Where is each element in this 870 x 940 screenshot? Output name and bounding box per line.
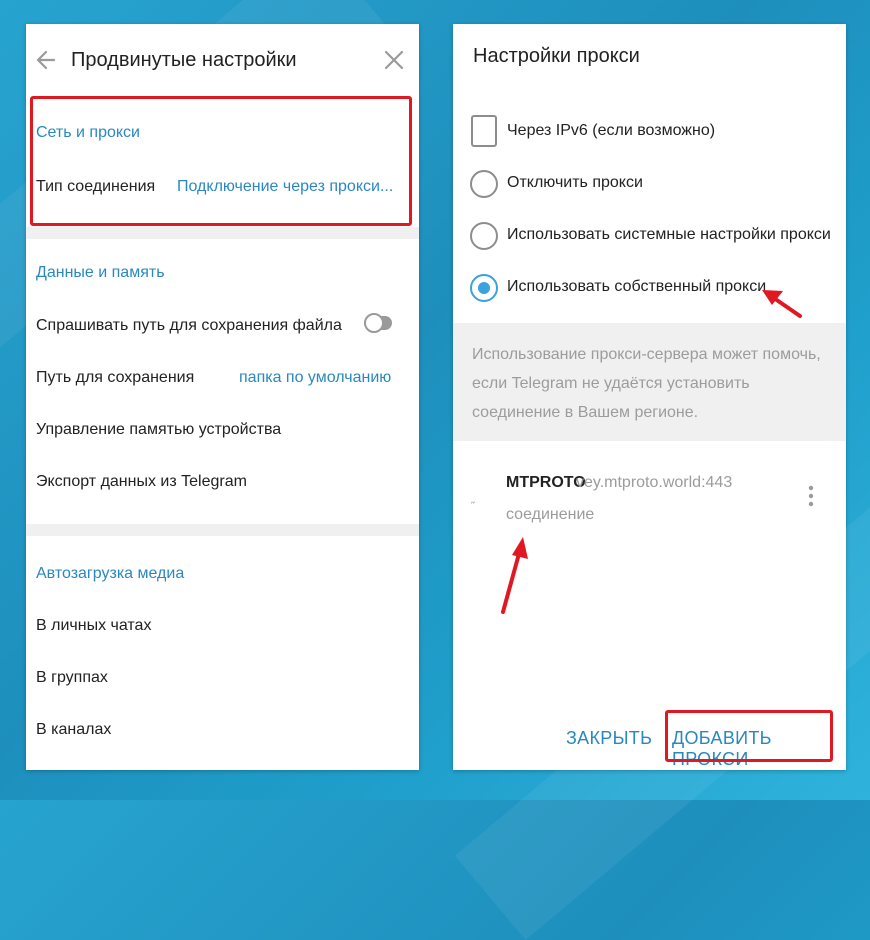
section-divider <box>26 227 419 239</box>
radio-custom-proxy[interactable] <box>470 274 498 302</box>
page-title: Продвинутые настройки <box>71 49 297 71</box>
section-data-memory-heading: Данные и память <box>36 264 165 281</box>
radio-dot <box>478 282 490 294</box>
section-autoload-heading: Автозагрузка медиа <box>36 565 185 582</box>
autoload-private-chats[interactable]: В личных чатах <box>36 617 151 635</box>
radio-system-proxy[interactable] <box>470 222 498 250</box>
more-vertical-icon[interactable] <box>805 483 817 511</box>
ipv6-label[interactable]: Через IPv6 (если возможно) <box>507 122 715 140</box>
proxy-status: соединение <box>506 506 595 523</box>
advanced-settings-panel: Продвинутые настройки Сеть и прокси Тип … <box>26 24 419 770</box>
save-path-label[interactable]: Путь для сохранения <box>36 369 194 387</box>
proxy-address[interactable]: vey.mtproto.world:443 <box>576 474 732 492</box>
custom-proxy-label[interactable]: Использовать собственный прокси <box>507 278 766 296</box>
proxy-info-text: Использование прокси-сервера может помоч… <box>472 346 821 421</box>
ask-save-path-label[interactable]: Спрашивать путь для сохранения файла <box>36 317 342 335</box>
system-proxy-label[interactable]: Использовать системные настройки прокси <box>507 226 831 244</box>
save-path-value[interactable]: папка по умолчанию <box>239 369 391 387</box>
section-divider <box>26 524 419 536</box>
panel-header: Продвинутые настройки <box>26 24 419 96</box>
network-highlight-box <box>30 96 412 226</box>
autoload-groups[interactable]: В группах <box>36 669 108 687</box>
close-icon[interactable] <box>380 46 408 74</box>
radio-disable-proxy[interactable] <box>470 170 498 198</box>
proxy-status-indicator: ˶ <box>471 494 475 508</box>
close-button[interactable]: ЗАКРЫТЬ <box>566 728 652 749</box>
proxy-settings-panel: Настройки прокси Через IPv6 (если возмож… <box>453 24 846 770</box>
proxy-info-box: Использование прокси-сервера может помоч… <box>453 323 846 441</box>
export-data-item[interactable]: Экспорт данных из Telegram <box>36 473 247 491</box>
back-arrow-icon[interactable] <box>32 44 60 76</box>
dialog-title: Настройки прокси <box>473 45 640 67</box>
disable-proxy-label[interactable]: Отключить прокси <box>507 174 643 192</box>
add-proxy-highlight-box <box>665 710 833 762</box>
ipv6-checkbox[interactable] <box>471 115 497 147</box>
ask-save-path-toggle[interactable] <box>364 313 392 333</box>
manage-storage-item[interactable]: Управление памятью устройства <box>36 421 281 439</box>
autoload-channels[interactable]: В каналах <box>36 721 111 739</box>
toggle-knob <box>364 313 384 333</box>
proxy-type[interactable]: MTPROTO <box>506 474 586 492</box>
